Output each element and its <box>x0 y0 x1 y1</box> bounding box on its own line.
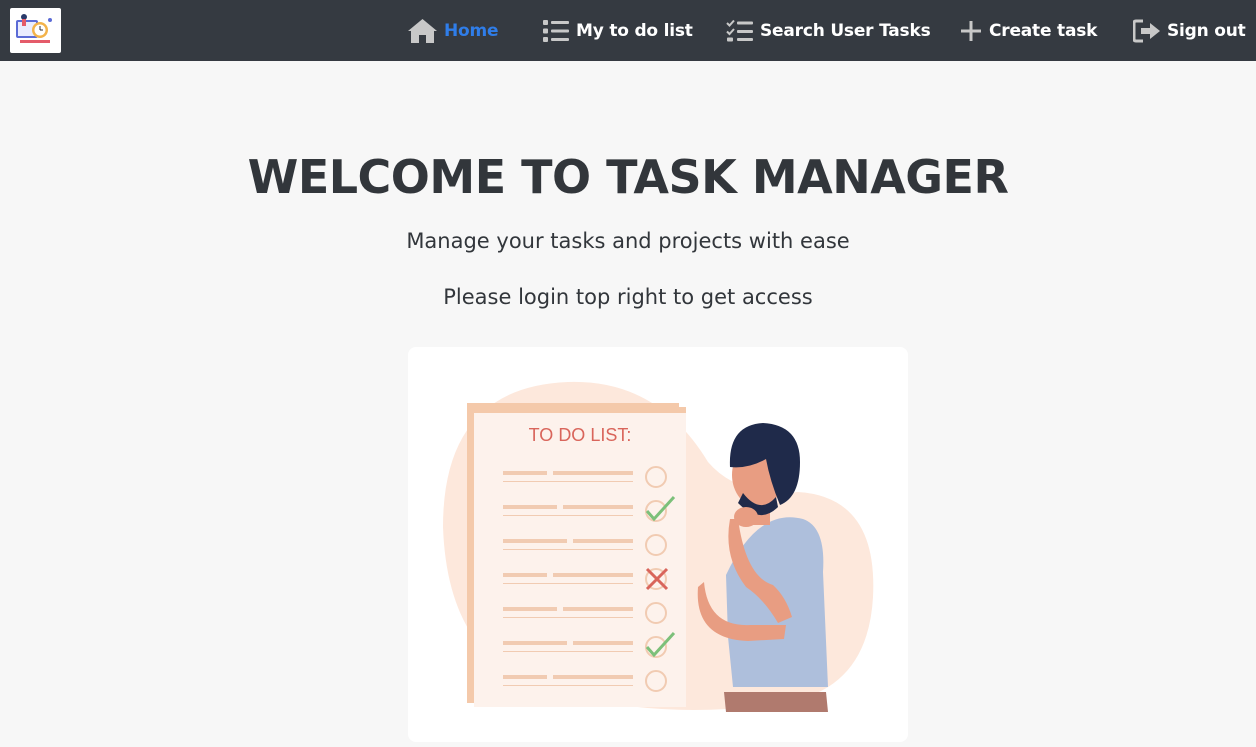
nav-signout-label: Sign out <box>1167 20 1246 41</box>
page-title: WELCOME TO TASK MANAGER <box>247 150 1009 204</box>
app-logo[interactable] <box>10 8 61 53</box>
top-navbar: Home My to do list Search User Tasks Cre… <box>0 0 1256 61</box>
nav-create-task-link[interactable]: Create task <box>959 0 1097 61</box>
todo-illustration: TO DO LIST: <box>443 381 874 712</box>
nav-todo-label: My to do list <box>576 20 693 41</box>
nav-create-task-label: Create task <box>989 20 1098 41</box>
nav-search-tasks-label: Search User Tasks <box>760 20 931 41</box>
nav-home-label: Home <box>444 20 499 41</box>
page-subtitle: Manage your tasks and projects with ease <box>406 229 850 253</box>
plus-icon <box>961 20 981 41</box>
nav-home-link[interactable]: Home <box>407 0 499 61</box>
logo-illustration-icon <box>16 14 52 43</box>
illustration-card: TO DO LIST: <box>408 347 908 742</box>
checklist-icon <box>726 19 753 41</box>
todo-illustration-heading: TO DO LIST: <box>529 425 632 445</box>
home-icon <box>408 18 437 43</box>
login-hint: Please login top right to get access <box>443 285 813 309</box>
list-icon <box>543 19 569 42</box>
sign-out-icon <box>1133 19 1160 42</box>
nav-search-tasks-link[interactable]: Search User Tasks <box>726 0 931 61</box>
nav-signout-link[interactable]: Sign out <box>1133 0 1246 61</box>
nav-todo-link[interactable]: My to do list <box>542 0 693 61</box>
